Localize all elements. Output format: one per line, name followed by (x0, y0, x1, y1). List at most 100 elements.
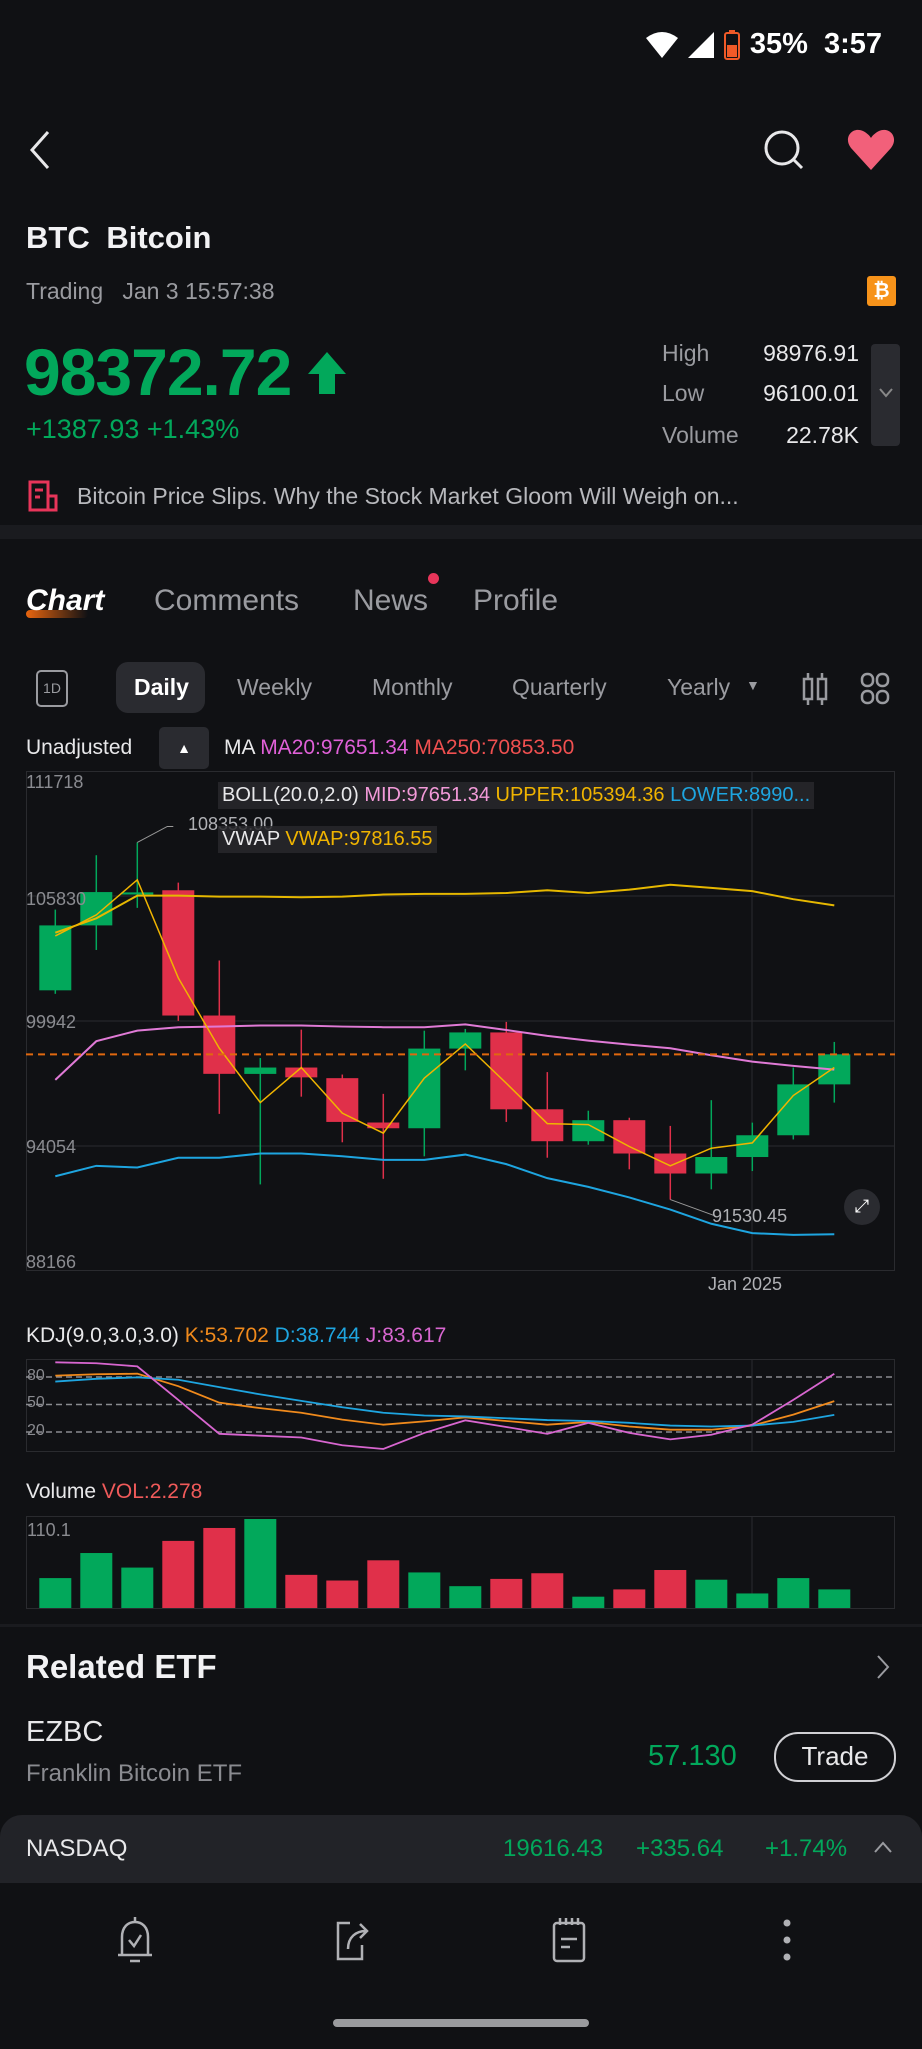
candle-body (449, 1032, 482, 1049)
expand-stats-button[interactable] (871, 344, 900, 446)
candlestick-chart[interactable] (26, 771, 895, 1271)
kdj-line-j (55, 1361, 835, 1450)
volume-bar (285, 1574, 318, 1608)
index-value: 19616.43 (503, 1835, 604, 1862)
boll-legend: BOLL(20.0,2.0) MID:97651.34 UPPER:105394… (218, 782, 815, 809)
kdj-d: D:38.744 (274, 1324, 360, 1347)
index-ticker-bar[interactable]: NASDAQ 19616.43 +335.64 +1.74% (0, 1815, 922, 1883)
home-indicator[interactable] (333, 2019, 589, 2027)
etf-price: 57.130 (648, 1740, 737, 1772)
last-price: 98372.72 (24, 335, 292, 409)
chevron-down-icon (879, 388, 893, 398)
period-daily[interactable]: Daily (134, 674, 189, 701)
volume-bar (490, 1578, 523, 1608)
candle-body (531, 1109, 564, 1142)
candle-body (777, 1084, 810, 1136)
volume-bar (777, 1578, 810, 1608)
tab-profile[interactable]: Profile (473, 584, 558, 618)
chevron-right-icon[interactable] (876, 1654, 890, 1680)
yearly-dropdown-caret-icon[interactable]: ▼ (746, 677, 760, 693)
candle-body (736, 1135, 769, 1158)
volume-bar (531, 1573, 564, 1608)
low-value: 96100.01 (763, 380, 859, 406)
change-pct: +1.43% (146, 414, 240, 444)
candle-body (203, 1015, 236, 1074)
related-etf-title[interactable]: Related ETF (26, 1648, 217, 1686)
volume-legend: Volume VOL:2.278 (26, 1480, 202, 1504)
volume-bar (449, 1586, 482, 1608)
period-yearly[interactable]: Yearly (667, 674, 730, 701)
trade-button[interactable]: Trade (774, 1732, 896, 1782)
trading-status: Trading Jan 3 15:57:38 (26, 278, 275, 305)
boll-mid: MID:97651.34 (364, 784, 490, 806)
volume-bar (736, 1593, 769, 1608)
etf-name: Franklin Bitcoin ETF (26, 1760, 243, 1787)
vwap-value: VWAP:97816.55 (285, 828, 433, 850)
volume-bar (80, 1553, 113, 1608)
battery-icon (723, 29, 740, 60)
favorite-heart-icon[interactable] (846, 128, 896, 172)
search-icon[interactable] (762, 128, 806, 172)
kdj-legend: KDJ(9.0,3.0,3.0) K:53.702 D:38.744 J:83.… (26, 1324, 446, 1348)
period-quarterly[interactable]: Quarterly (512, 674, 607, 701)
candle-body (121, 892, 154, 895)
back-icon[interactable] (26, 130, 54, 170)
period-weekly[interactable]: Weekly (237, 674, 312, 701)
section-divider (0, 525, 922, 539)
kdj-chart[interactable] (26, 1359, 895, 1452)
market-state: Trading (26, 278, 104, 304)
up-arrow-icon (308, 352, 346, 394)
volume-value: 22.78K (786, 422, 859, 448)
index-change: +335.64 (636, 1835, 724, 1862)
candle-body (244, 1067, 277, 1074)
chart-frame (26, 1359, 895, 1452)
kdj-label: KDJ(9.0,3.0,3.0) (26, 1324, 179, 1347)
symbol: BTC (26, 220, 90, 255)
signal-icon (687, 31, 714, 58)
volume-bar (203, 1527, 236, 1608)
news-doc-icon (28, 480, 58, 512)
volume-bar (613, 1589, 646, 1608)
alert-bell-icon[interactable] (110, 1915, 160, 1965)
boll-lower: LOWER:8990... (670, 784, 811, 806)
kdj-k: K:53.702 (184, 1324, 269, 1347)
indicator-grid-icon[interactable] (860, 672, 890, 706)
news-headline-link[interactable]: Bitcoin Price Slips. Why the Stock Marke… (77, 483, 739, 510)
low-annotation-leader (670, 1199, 715, 1217)
period-monthly[interactable]: Monthly (372, 674, 453, 701)
notes-icon[interactable] (544, 1915, 594, 1965)
etf-symbol[interactable]: EZBC (26, 1716, 103, 1749)
series-line-mid (54, 1023, 835, 1081)
share-icon[interactable] (328, 1915, 378, 1965)
tab-chart[interactable]: Chart (26, 584, 104, 618)
bitcoin-icon: ₿ (867, 276, 896, 306)
vwap-legend: VWAP VWAP:97816.55 (218, 826, 437, 853)
y-tick-label: 105830 (26, 889, 87, 909)
kdj-line-k (55, 1372, 835, 1431)
adjust-mode[interactable]: Unadjusted (26, 736, 132, 760)
wifi-icon (645, 31, 678, 58)
collapse-indicators-button[interactable]: ▲ (159, 727, 209, 769)
fullscreen-button[interactable]: ⤢ (844, 1189, 880, 1225)
news-notification-dot (428, 573, 439, 584)
chevron-up-icon[interactable] (874, 1841, 892, 1853)
status-bar: 35% 3:57 (645, 28, 882, 61)
tab-comments[interactable]: Comments (154, 584, 299, 618)
volume-chart[interactable] (26, 1516, 895, 1609)
high-value: 98976.91 (763, 340, 859, 366)
battery-percent: 35% (749, 28, 808, 60)
volume-max-label: 110.1 (27, 1520, 71, 1540)
candlestick-type-icon[interactable] (802, 672, 828, 706)
more-icon[interactable] (762, 1915, 812, 1965)
divider (0, 1624, 922, 1627)
volume-bar (244, 1519, 277, 1608)
asset-title: BTC Bitcoin (26, 220, 211, 256)
intraday-1d-button[interactable]: 1D (36, 670, 68, 707)
volume-bar (572, 1596, 605, 1608)
timestamp: Jan 3 15:57:38 (122, 278, 275, 304)
low-annotation: 91530.45 (712, 1206, 788, 1226)
volume-bar (326, 1580, 359, 1608)
tab-news[interactable]: News (353, 584, 428, 618)
high-annotation-leader (137, 825, 174, 843)
volume-bar (695, 1579, 728, 1608)
